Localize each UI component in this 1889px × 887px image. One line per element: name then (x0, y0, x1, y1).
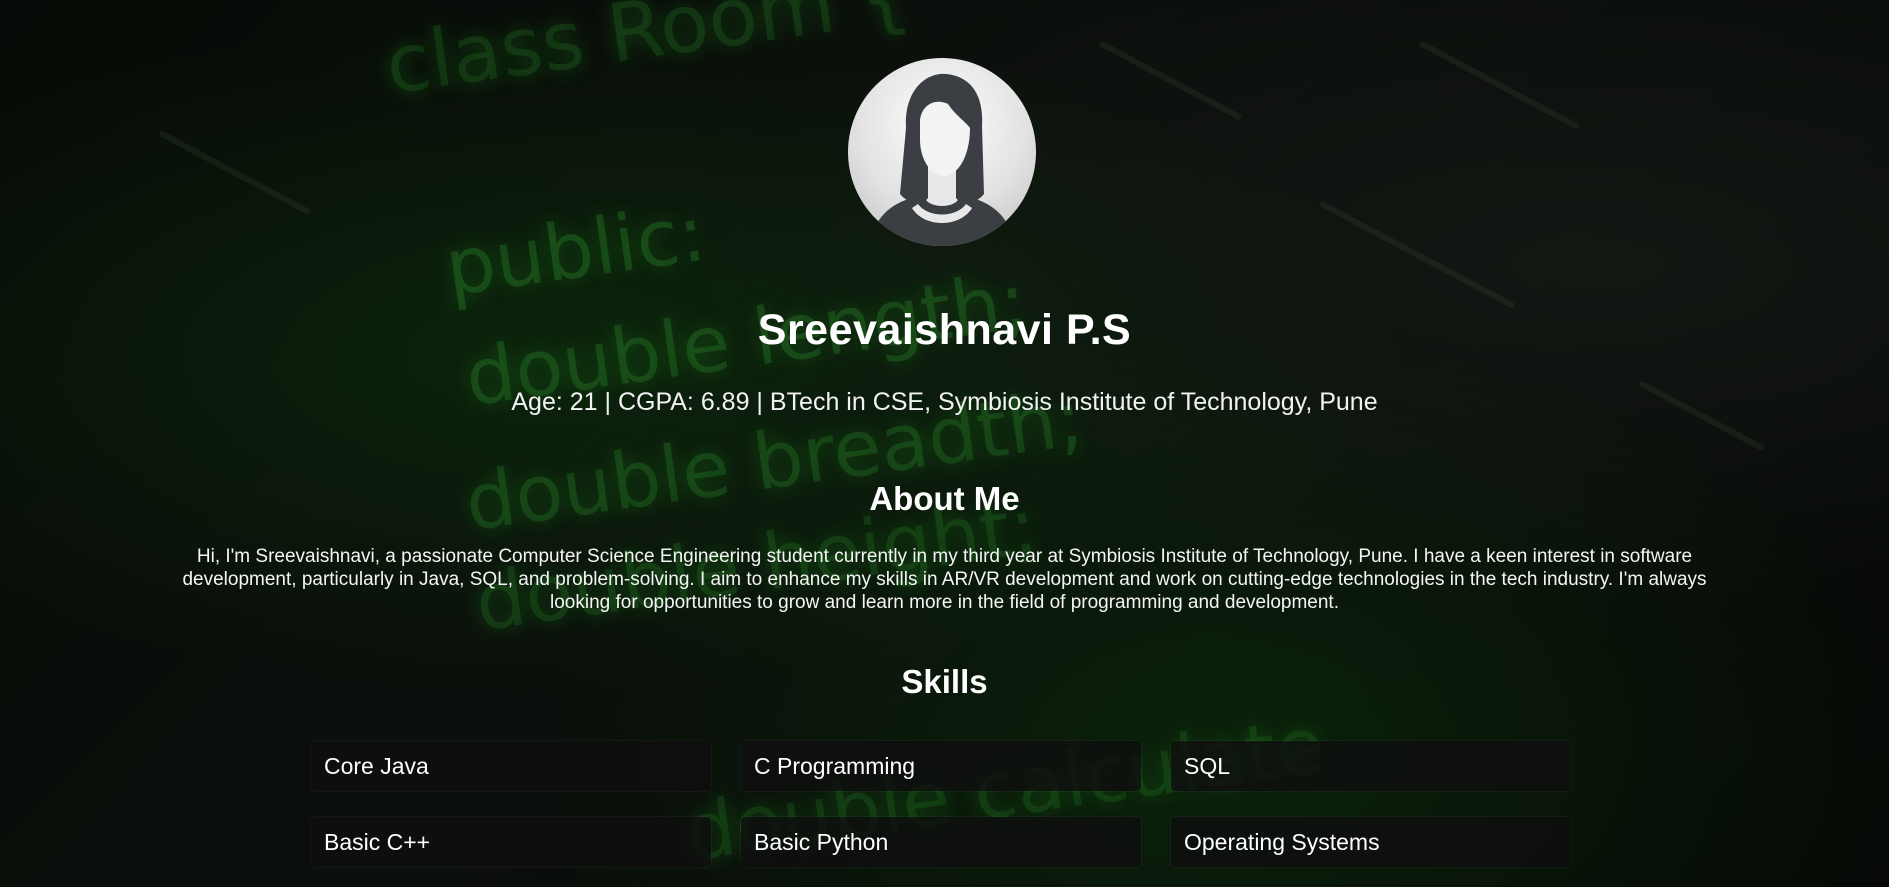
skill-card-basic-python: Basic Python (741, 817, 1141, 867)
about-paragraph: Hi, I'm Sreevaishnavi, a passionate Comp… (182, 546, 1707, 613)
profile-details: Age: 21 | CGPA: 6.89 | BTech in CSE, Sym… (511, 388, 1378, 416)
skills-grid: Core Java C Programming SQL Basic C++ Ba… (311, 741, 1572, 867)
profile-page: Sreevaishnavi P.S Age: 21 | CGPA: 6.89 |… (0, 0, 1889, 887)
skill-card-core-java: Core Java (311, 741, 711, 791)
profile-name: Sreevaishnavi P.S (757, 306, 1132, 354)
skill-card-sql: SQL (1171, 741, 1571, 791)
female-avatar-icon (848, 58, 1036, 246)
skill-card-c-programming: C Programming (741, 741, 1141, 791)
skill-card-operating-systems: Operating Systems (1171, 817, 1571, 867)
skill-card-basic-cpp: Basic C++ (311, 817, 711, 867)
skills-heading: Skills (901, 663, 988, 700)
about-heading: About Me (869, 480, 1020, 517)
